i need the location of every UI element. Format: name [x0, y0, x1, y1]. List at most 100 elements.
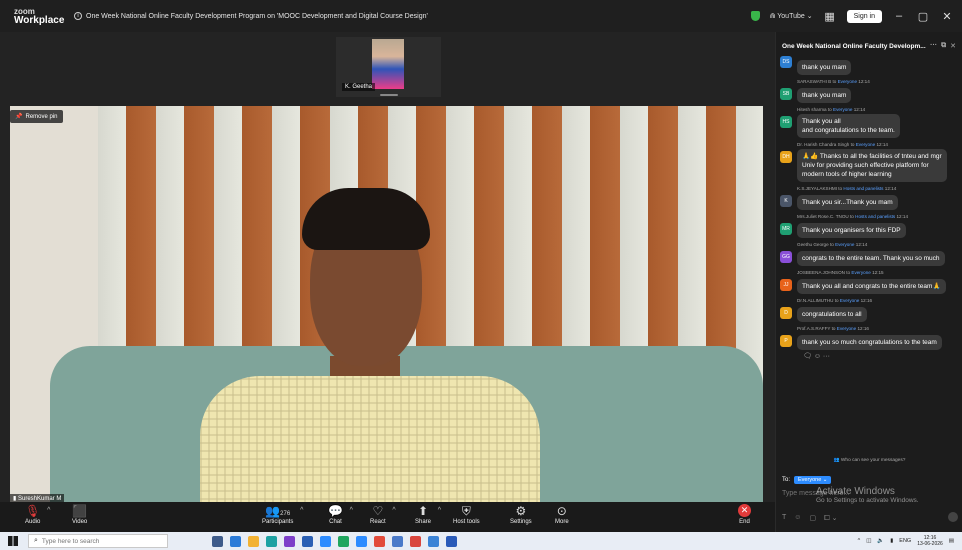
network-icon[interactable]: ◫	[866, 538, 871, 544]
chrome-icon[interactable]	[374, 535, 385, 547]
message-meta: SARASWATHI B to Everyone 12:14	[797, 79, 870, 84]
video-button[interactable]: ⬛ Video	[72, 504, 87, 525]
more-button[interactable]: ⊙ More	[555, 504, 569, 525]
chevron-up-icon[interactable]: ^	[47, 507, 50, 514]
sign-in-button[interactable]: Sign in	[846, 9, 882, 23]
chat-message[interactable]: JJ JOSBEENA JOHNSON to Everyone 12:15 Than…	[780, 270, 959, 294]
info-icon[interactable]: i	[74, 12, 82, 20]
chevron-up-icon[interactable]: ^	[392, 507, 395, 514]
taskbar-search-input[interactable]	[41, 537, 152, 545]
recipient-dropdown[interactable]: Everyone ⌄	[794, 476, 832, 484]
message-meta: Dr. Harish Chandra Singh to Everyone 12:…	[797, 142, 888, 147]
thumbnail-handle[interactable]	[380, 94, 398, 96]
chat-message[interactable]: D Dr.N.ALLIMUTHU to Everyone 12:16 congrat…	[780, 298, 959, 322]
file-explorer-icon[interactable]	[248, 535, 259, 547]
vscode-icon[interactable]	[284, 535, 295, 547]
shield-icon[interactable]	[750, 11, 760, 21]
chat-message[interactable]: MR Mrs.Juliet Rose.C. TNOU to Hosts and p…	[780, 214, 959, 238]
chevron-up-icon[interactable]: ^	[300, 507, 303, 514]
remove-pin-button[interactable]: 📌 Remove pin	[10, 110, 63, 123]
avatar: K	[780, 195, 792, 207]
close-icon[interactable]: ✕	[950, 42, 956, 50]
chevron-up-icon[interactable]: ^	[438, 507, 441, 514]
chat-message[interactable]: DH Dr. Harish Chandra Singh to Everyone 1…	[780, 142, 959, 182]
app-icon[interactable]	[266, 535, 277, 547]
chat-message[interactable]: K K.S.JEYALAKSHMI to Hosts and panelists …	[780, 186, 959, 210]
chat-message[interactable]: HS Hitesh sharma to Everyone 12:14 Thank y…	[780, 107, 959, 138]
message-meta: Geethu George to Everyone 12:14	[797, 242, 868, 247]
maximize-icon[interactable]: ▢	[916, 10, 930, 23]
message-text: thank you so much congratulations to the…	[797, 335, 942, 350]
end-button[interactable]: ✕ End	[738, 504, 751, 525]
avatar: DS	[780, 56, 792, 68]
more-options-icon[interactable]: ···	[930, 42, 937, 50]
avatar: D	[780, 307, 792, 319]
taskbar-search[interactable]: ⌕	[28, 534, 168, 548]
who-can-see-link[interactable]: 👥 Who can see your messages?	[776, 458, 962, 463]
chat-message[interactable]: P Prof.A.S.RAFFY to Everyone 12:16 thank y…	[780, 326, 959, 350]
settings-button[interactable]: ⚙ Settings	[510, 504, 532, 525]
send-icon[interactable]	[948, 512, 958, 522]
battery-icon[interactable]: ▮	[890, 538, 893, 544]
emoji-icon[interactable]: ☺	[794, 514, 801, 523]
popout-icon[interactable]: ⧉	[941, 42, 946, 50]
edge-icon[interactable]	[230, 535, 241, 547]
recipient-name: Everyone	[839, 298, 860, 303]
minimize-icon[interactable]: –	[892, 10, 906, 22]
share-icon: ⬆	[417, 504, 429, 518]
clock-date: 13-06-2026	[917, 541, 943, 547]
volume-icon[interactable]: 🔈	[877, 538, 884, 544]
chat-button[interactable]: 💬 Chat ^	[328, 504, 353, 525]
word-icon[interactable]	[446, 535, 457, 547]
recipient-name: Everyone	[836, 326, 857, 331]
grid-icon[interactable]: ▦	[823, 10, 837, 23]
react-button[interactable]: ♡ React ^	[370, 504, 396, 525]
file-icon[interactable]: ▢	[809, 514, 816, 523]
app-icon[interactable]	[392, 535, 403, 547]
chat-message[interactable]: DS thank you mam	[780, 56, 959, 75]
chat-message[interactable]: GG Geethu George to Everyone 12:14 congrat…	[780, 242, 959, 266]
meeting-title[interactable]: i One Week National Online Faculty Devel…	[74, 12, 428, 20]
message-meta: Prof.A.S.RAFFY to Everyone 12:16	[797, 326, 869, 331]
chat-panel: One Week National Online Faculty Develop…	[775, 32, 962, 532]
host-tools-button[interactable]: ⛨ Host tools	[453, 504, 480, 525]
message-text: Thank you all and congratulations to the…	[797, 114, 900, 138]
close-icon[interactable]: ✕	[940, 10, 954, 23]
avatar: DH	[780, 151, 792, 163]
chevron-up-icon[interactable]: ^	[350, 507, 353, 514]
share-button[interactable]: ⬆ Share ^	[415, 504, 441, 525]
language-indicator[interactable]: ENG	[899, 538, 911, 544]
gear-icon: ⚙	[515, 504, 527, 518]
more-icon: ⊙	[556, 504, 567, 518]
audio-button[interactable]: 🎙 Audio ^	[25, 504, 50, 525]
avatar: HS	[780, 116, 792, 128]
recipient-name: Everyone	[833, 107, 853, 112]
youtube-menu[interactable]: ⋒ YouTube ⌄	[770, 12, 813, 20]
windows-start-icon[interactable]	[8, 536, 18, 546]
zoom-icon[interactable]	[356, 535, 367, 547]
mail-icon[interactable]	[320, 535, 331, 547]
message-time: 12:16	[857, 326, 869, 331]
chevron-up-icon[interactable]: ^	[858, 538, 861, 544]
notification-icon[interactable]: ▤	[949, 538, 954, 544]
clock[interactable]: 12:16 13-06-2026	[917, 535, 943, 547]
end-icon: ✕	[738, 504, 751, 517]
message-text: congrats to the entire team. Thank you s…	[797, 251, 945, 266]
participant-thumbnail[interactable]: K. Geetha	[336, 37, 441, 97]
pinned-video	[10, 106, 763, 502]
audio-label: Audio	[25, 519, 41, 525]
format-icon[interactable]: T	[782, 514, 786, 523]
app-icon[interactable]	[428, 535, 439, 547]
participants-button[interactable]: 👥276 Participants ^	[262, 504, 303, 525]
share-label: Share	[415, 519, 432, 525]
app-icon[interactable]	[410, 535, 421, 547]
to-label: To:	[782, 477, 791, 483]
screenshot-icon[interactable]: ⧠ ⌄	[824, 514, 837, 523]
message-reaction-icons[interactable]: 🗨 ☺ ···	[803, 352, 959, 360]
chat-message[interactable]: SB SARASWATHI B to Everyone 12:14 thank yo…	[780, 79, 959, 103]
app-icon[interactable]	[338, 535, 349, 547]
chat-messages[interactable]: DS thank you mam SB SARASWATHI B to Everyon…	[776, 56, 962, 456]
app-icon[interactable]	[302, 535, 313, 547]
message-time: 12:15	[872, 270, 884, 275]
task-view-icon[interactable]	[212, 535, 223, 547]
